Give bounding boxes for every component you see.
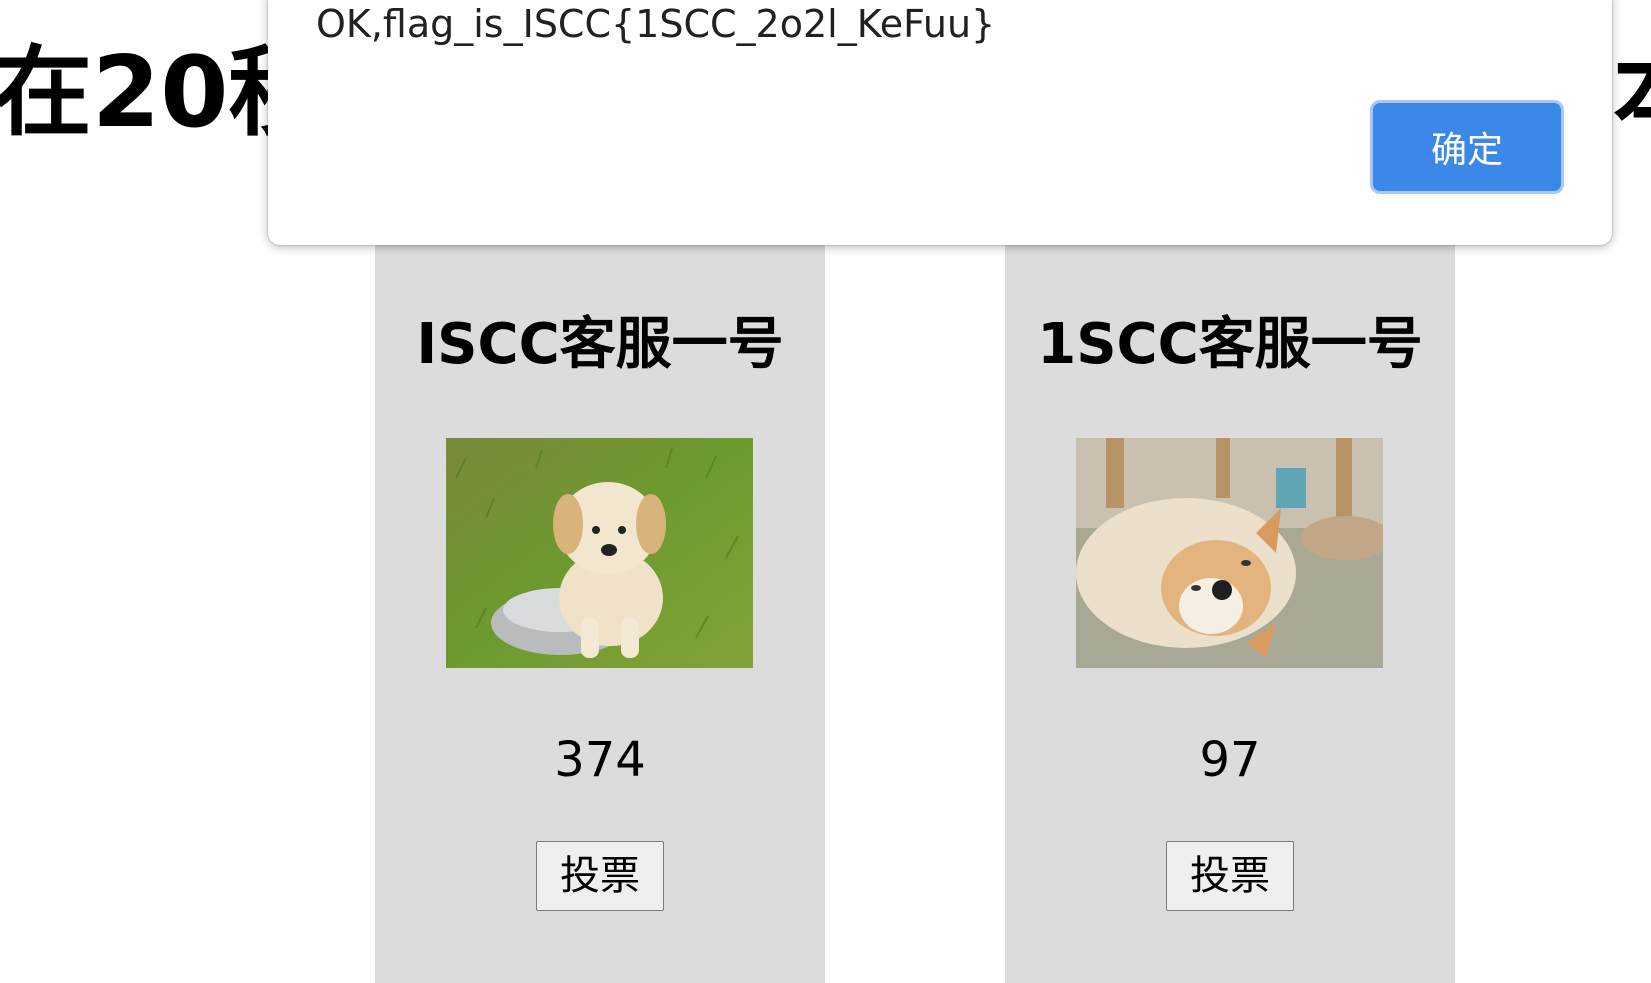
candidate-card-2: 1SCC客服一号 97 投票 (1005, 245, 1455, 983)
vote-button[interactable]: 投票 (536, 841, 664, 911)
candidate-card-1: ISCC客服一号 374 投票 (375, 245, 825, 983)
candidate-photo-shiba (1076, 438, 1383, 668)
vote-count: 97 (1199, 732, 1261, 788)
candidate-name: 1SCC客服一号 (1037, 312, 1423, 377)
alert-message: OK,flag_is_ISCC{1SCC_2o2l_KeFuu} (316, 2, 996, 46)
page-heading-tail: 本 (1613, 38, 1651, 148)
candidate-photo-puppy (446, 438, 753, 668)
vote-button[interactable]: 投票 (1166, 841, 1294, 911)
alert-dialog: OK,flag_is_ISCC{1SCC_2o2l_KeFuu} 确定 (268, 0, 1612, 245)
vote-count: 374 (554, 732, 646, 788)
candidate-name: ISCC客服一号 (416, 312, 784, 377)
vote-page: 在20秒 本 ISCC客服一号 (0, 0, 1651, 983)
confirm-button[interactable]: 确定 (1370, 100, 1564, 194)
